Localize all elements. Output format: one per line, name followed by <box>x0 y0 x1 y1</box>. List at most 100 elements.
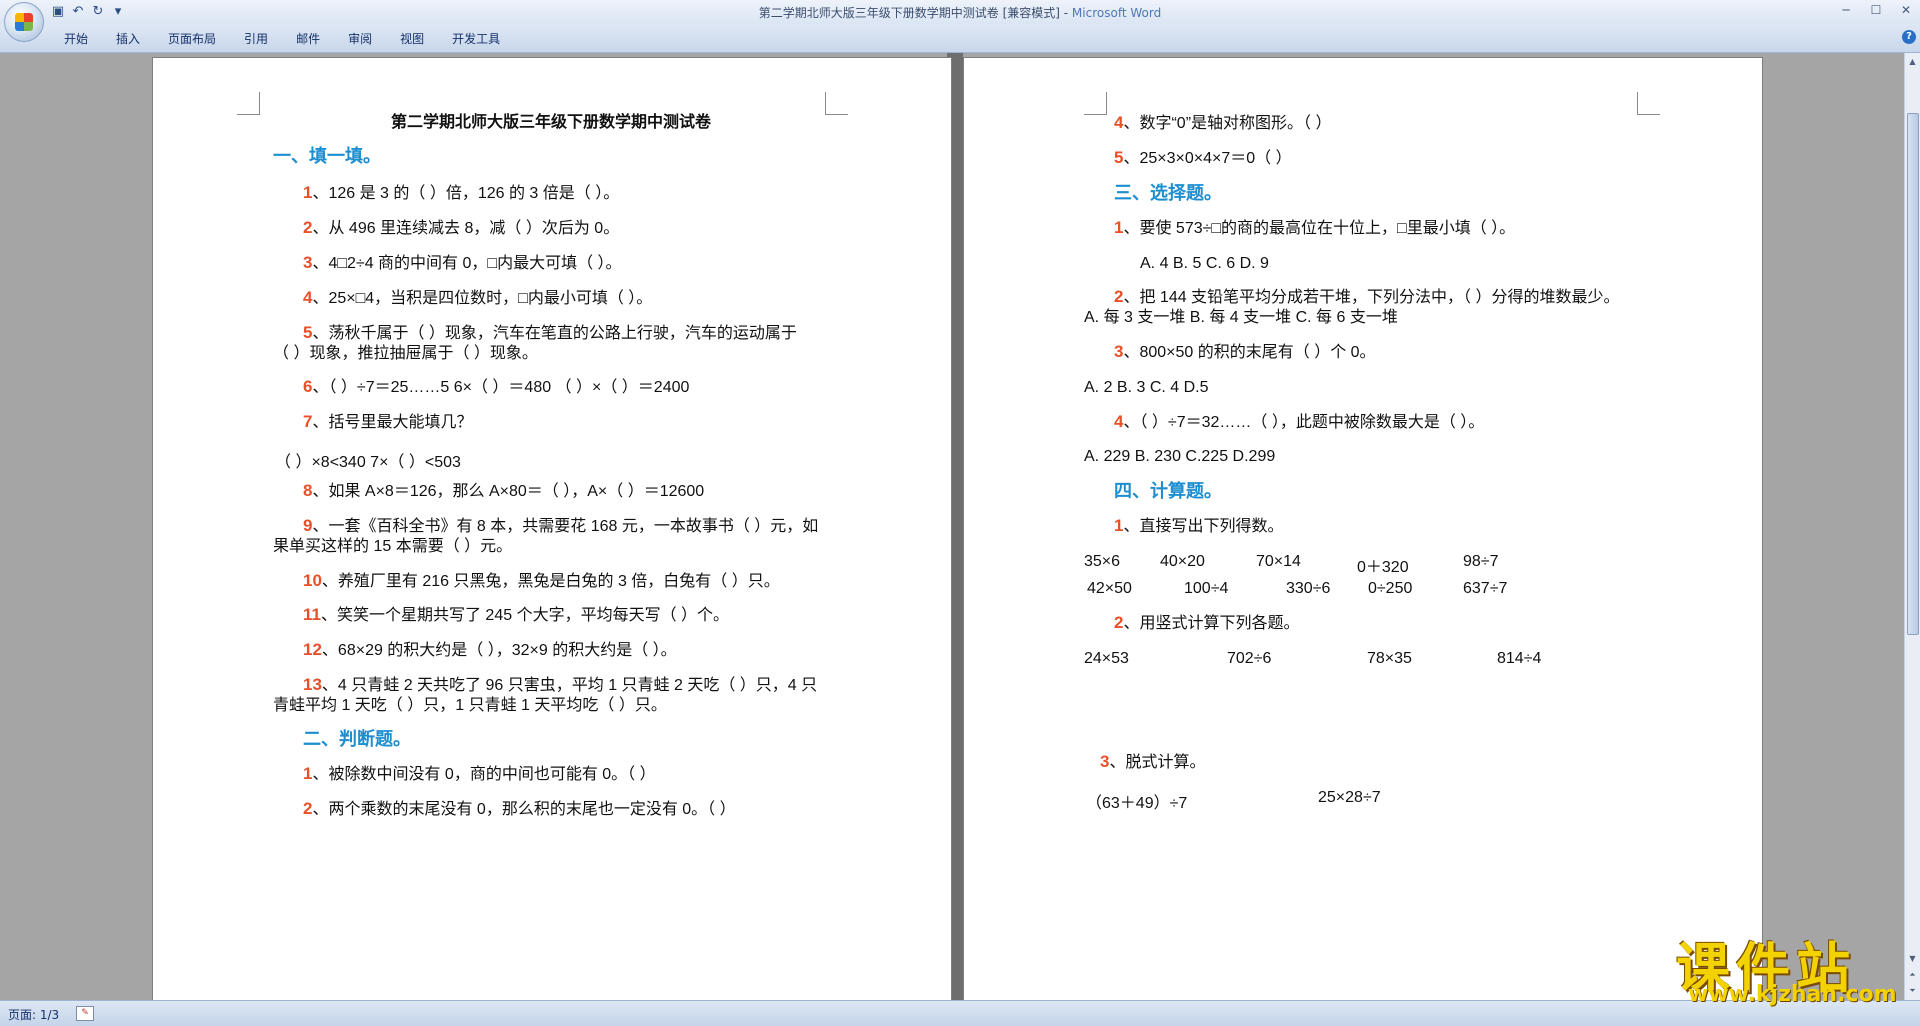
question-12: 12、68×29 的积大约是（ ），32×9 的积大约是（ ）。 <box>303 636 677 660</box>
question-text: 、25×□4，当积是四位数时，□内最小可填（ ）。 <box>312 290 653 307</box>
judge-5: 5、25×3×0×4×7＝0（ ） <box>1114 144 1292 168</box>
document-area: 第二学期北师大版三年级下册数学期中测试卷 一、填一填。 1、126 是 3 的（… <box>0 53 1905 1000</box>
question-text: 、两个乘数的末尾没有 0，那么积的末尾也一定没有 0。（ ） <box>312 801 736 818</box>
scroll-thumb[interactable] <box>1907 113 1919 635</box>
window-controls: ─ ☐ ✕ <box>1838 2 1914 18</box>
question-13-continued: 青蛙平均 1 天吃（ ）只，1 只青蛙 1 天平均吃（ ）只。 <box>273 697 667 714</box>
question-text: 、被除数中间没有 0，商的中间也可能有 0。（ ） <box>312 766 656 783</box>
choice-3: 3、800×50 的积的末尾有（ ）个 0。 <box>1114 338 1376 362</box>
proofing-icon[interactable]: ✎ <box>76 1006 94 1021</box>
question-text: 、800×50 的积的末尾有（ ）个 0。 <box>1123 344 1376 361</box>
scroll-down-icon[interactable]: ▼ <box>1906 952 1919 966</box>
minimize-icon[interactable]: ─ <box>1838 2 1854 18</box>
crop-mark <box>1084 92 1107 115</box>
choice-2-options: A. 每 3 支一堆 B. 每 4 支一堆 C. 每 6 支一堆 <box>1084 309 1398 326</box>
question-text: 、从 496 里连续减去 8，减（ ）次后为 0。 <box>312 220 620 237</box>
choice-1-options: A. 4 B. 5 C. 6 D. 9 <box>1140 255 1269 272</box>
crop-mark <box>825 92 848 115</box>
question-6: 6、（ ）÷7＝25……5 6×（ ）＝480 （ ）×（ ）＝2400 <box>303 373 689 397</box>
question-text: 、养殖厂里有 216 只黑兔，黑兔是白兔的 3 倍，白兔有（ ）只。 <box>321 573 780 590</box>
window-title: 第二学期北师大版三年级下册数学期中测试卷 [兼容模式] - Microsoft … <box>0 4 1920 21</box>
calc-1-item: 0＋320 <box>1357 559 1409 576</box>
question-2: 2、从 496 里连续减去 8，减（ ）次后为 0。 <box>303 214 619 238</box>
calc-2-item: 814÷4 <box>1497 650 1542 667</box>
tab-references[interactable]: 引用 <box>230 30 282 48</box>
question-text: 、68×29 的积大约是（ ），32×9 的积大约是（ ）。 <box>321 642 677 659</box>
tab-insert[interactable]: 插入 <box>102 30 154 48</box>
calc-2: 2、用竖式计算下列各题。 <box>1114 609 1299 633</box>
next-page-icon[interactable]: ⏷ <box>1906 984 1919 998</box>
calc-2-item: 24×53 <box>1084 650 1129 667</box>
question-7: 7、括号里最大能填几？ <box>303 408 472 432</box>
question-text: 、4□2÷4 商的中间有 0，□内最大可填（ ）。 <box>312 255 622 272</box>
maximize-icon[interactable]: ☐ <box>1868 2 1884 18</box>
question-number: 10 <box>303 571 322 590</box>
tab-home[interactable]: 开始 <box>50 30 102 48</box>
choice-3-options: A. 2 B. 3 C. 4 D.5 <box>1084 379 1209 396</box>
ribbon-tabs: 开始 插入 页面布局 引用 邮件 审阅 视图 开发工具 <box>50 30 514 48</box>
watermark-logo: 课件站 www.kjzhan.com <box>1668 924 1904 1007</box>
calc-1-item: 0÷250 <box>1368 580 1413 597</box>
previous-page-icon[interactable]: ⏶ <box>1906 968 1919 982</box>
question-text: 、如果 A×8＝126，那么 A×80＝（ ），A×（ ）＝12600 <box>312 483 705 500</box>
office-logo-icon <box>15 13 33 31</box>
choice-4-options: A. 229 B. 230 C.225 D.299 <box>1084 448 1276 465</box>
watermark-url: www.kjzhan.com <box>1688 982 1897 1007</box>
app-name: Microsoft Word <box>1071 6 1162 20</box>
title-bar: ▣ ↶ ↻ ▾ 第二学期北师大版三年级下册数学期中测试卷 [兼容模式] - Mi… <box>0 0 1920 42</box>
calc-1-item: 330÷6 <box>1286 580 1331 597</box>
tab-mailings[interactable]: 邮件 <box>282 30 334 48</box>
choice-1: 1、要使 573÷□的商的最高位在十位上，□里最小填（ ）。 <box>1114 214 1515 238</box>
question-text: 、用竖式计算下列各题。 <box>1123 615 1300 632</box>
tab-page-layout[interactable]: 页面布局 <box>154 30 230 48</box>
calc-1: 1、直接写出下列得数。 <box>1114 512 1283 536</box>
document-title: 第二学期北师大版三年级下册数学期中测试卷 [兼容模式] - <box>758 6 1072 20</box>
question-text: 、（ ）÷7＝25……5 6×（ ）＝480 （ ）×（ ）＝2400 <box>312 379 690 396</box>
question-text: 、脱式计算。 <box>1109 754 1206 771</box>
tab-view[interactable]: 视图 <box>386 30 438 48</box>
question-1: 1、126 是 3 的（ ）倍，126 的 3 倍是（ ）。 <box>303 179 619 203</box>
section-true-false: 二、判断题。 <box>303 729 411 749</box>
page-counter[interactable]: 页面: 1/3 <box>8 1006 59 1023</box>
judge-4: 4、数字“0”是轴对称图形。（ ） <box>1114 109 1331 133</box>
page-left: 第二学期北师大版三年级下册数学期中测试卷 一、填一填。 1、126 是 3 的（… <box>152 57 952 1000</box>
question-text: 、数字“0”是轴对称图形。（ ） <box>1123 115 1332 132</box>
question-10: 10、养殖厂里有 216 只黑兔，黑兔是白兔的 3 倍，白兔有（ ）只。 <box>303 567 780 591</box>
calc-3-item: （63＋49）÷7 <box>1086 795 1188 812</box>
close-icon[interactable]: ✕ <box>1898 2 1914 18</box>
ribbon: 开始 插入 页面布局 引用 邮件 审阅 视图 开发工具 ? <box>0 24 1920 53</box>
status-bar: 页面: 1/3 ✎ <box>0 1000 1920 1026</box>
question-3: 3、4□2÷4 商的中间有 0，□内最大可填（ ）。 <box>303 249 622 273</box>
choice-4: 4、（ ）÷7＝32……（ ），此题中被除数最大是（ ）。 <box>1114 408 1484 432</box>
question-number: 11 <box>303 605 321 624</box>
calc-2-item: 78×35 <box>1367 650 1412 667</box>
tab-developer[interactable]: 开发工具 <box>438 30 514 48</box>
calc-3: 3、脱式计算。 <box>1100 748 1205 772</box>
question-text: 、（ ）÷7＝32……（ ），此题中被除数最大是（ ）。 <box>1123 414 1485 431</box>
section-calculation: 四、计算题。 <box>1114 481 1222 501</box>
question-8: 8、如果 A×8＝126，那么 A×80＝（ ），A×（ ）＝12600 <box>303 477 704 501</box>
help-icon[interactable]: ? <box>1902 30 1916 44</box>
section-fill-in: 一、填一填。 <box>273 146 381 166</box>
scroll-up-icon[interactable]: ▲ <box>1906 55 1919 69</box>
vertical-scrollbar[interactable]: ▲ ▼ ⏶ ⏷ <box>1904 53 1920 1000</box>
calc-1-item: 70×14 <box>1256 553 1301 570</box>
question-text: 、笑笑一个星期共写了 245 个大字，平均每天写（ ）个。 <box>320 607 730 624</box>
judge-1: 1、被除数中间没有 0，商的中间也可能有 0。（ ） <box>303 760 656 784</box>
calc-1-item: 98÷7 <box>1463 553 1499 570</box>
question-4: 4、25×□4，当积是四位数时，□内最小可填（ ）。 <box>303 284 652 308</box>
question-9-continued: 果单买这样的 15 本需要（ ）元。 <box>273 538 513 555</box>
office-button[interactable] <box>4 2 44 42</box>
calc-1-item: 637÷7 <box>1463 580 1508 597</box>
question-text: 、要使 573÷□的商的最高位在十位上，□里最小填（ ）。 <box>1123 220 1516 237</box>
calc-1-item: 40×20 <box>1160 553 1205 570</box>
document-heading: 第二学期北师大版三年级下册数学期中测试卷 <box>391 114 712 131</box>
crop-mark <box>1637 92 1660 115</box>
judge-2: 2、两个乘数的末尾没有 0，那么积的末尾也一定没有 0。（ ） <box>303 795 736 819</box>
tab-review[interactable]: 审阅 <box>334 30 386 48</box>
section-multiple-choice: 三、选择题。 <box>1114 183 1222 203</box>
question-text: 、126 是 3 的（ ）倍，126 的 3 倍是（ ）。 <box>312 185 620 202</box>
calc-1-item: 42×50 <box>1087 580 1132 597</box>
question-text: 、括号里最大能填几？ <box>312 414 473 431</box>
page-right: 4、数字“0”是轴对称图形。（ ） 5、25×3×0×4×7＝0（ ） 三、选择… <box>963 57 1763 1000</box>
